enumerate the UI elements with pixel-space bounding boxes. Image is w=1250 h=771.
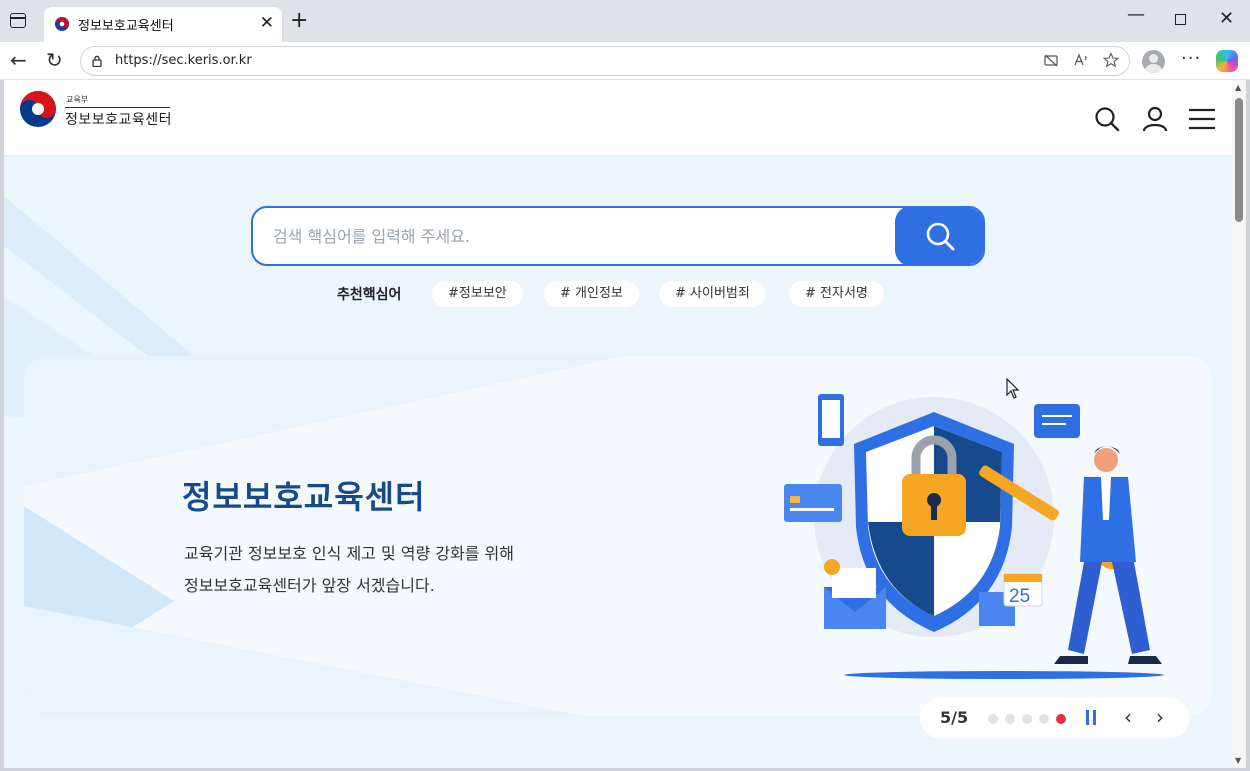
copilot-icon[interactable] — [1216, 50, 1238, 72]
site-header: 교육부 정보보호교육센터 — [4, 80, 1232, 156]
logo-divider — [65, 107, 170, 108]
pause-icon[interactable] — [1086, 710, 1096, 725]
page-scrollbar[interactable]: ▲ ▼ — [1232, 80, 1246, 768]
keyword-chip[interactable]: # 전자서명 — [789, 281, 884, 307]
logo-text[interactable]: 정보보호교육센터 — [65, 109, 172, 129]
slide-dot[interactable] — [1039, 714, 1049, 724]
slide-counter: 5/5 — [940, 708, 969, 727]
url-text[interactable]: https://sec.keris.or.kr — [115, 53, 252, 68]
back-button[interactable]: ← — [10, 48, 27, 72]
tracking-prevention-icon[interactable] — [1043, 52, 1059, 68]
maximize-button[interactable] — [1175, 14, 1186, 25]
keyword-chip[interactable]: #정보보안 — [432, 281, 523, 307]
slide-dot[interactable] — [1022, 714, 1032, 724]
search-icon[interactable] — [1094, 106, 1120, 132]
browser-toolbar: ← ↻ https://sec.keris.or.kr ··· — [0, 42, 1250, 80]
new-tab-button[interactable]: + — [290, 8, 308, 34]
banner-description: 교육기관 정보보호 인식 제고 및 역량 강화를 위해 — [184, 544, 515, 563]
slide-dot[interactable] — [988, 714, 998, 724]
recommended-keywords-label: 추천핵심어 — [337, 287, 402, 303]
menu-icon[interactable] — [1188, 106, 1216, 132]
banner-title: 정보보호교육센터 — [182, 478, 426, 516]
prev-slide-button[interactable]: ‹ — [1124, 705, 1132, 729]
search-box — [251, 206, 985, 266]
lock-icon[interactable] — [92, 55, 102, 67]
scroll-down-icon[interactable]: ▼ — [1235, 756, 1241, 765]
favicon-icon — [55, 17, 69, 31]
keyword-chip[interactable]: # 개인정보 — [544, 281, 639, 307]
next-slide-button[interactable]: › — [1156, 705, 1164, 729]
banner-description: 정보보호교육센터가 앞장 서겠습니다. — [184, 576, 435, 595]
keyword-chip[interactable]: # 사이버범죄 — [659, 281, 766, 307]
profile-avatar[interactable] — [1142, 50, 1165, 73]
security-illustration: 25 — [784, 394, 1164, 679]
browser-tabbar: 정보보호교육센터 ✕ + — ✕ — [0, 0, 1250, 42]
search-button[interactable] — [895, 208, 983, 264]
user-icon[interactable] — [1142, 106, 1168, 132]
scroll-thumb[interactable] — [1235, 98, 1243, 222]
logo-ministry-label[interactable]: 교육부 — [66, 94, 88, 105]
page-viewport: 교육부 정보보호교육센터 추천핵심어 #정보보안 # 개인정보 # 사이버범죄 — [4, 80, 1232, 768]
calendar-day-label: 25 — [1009, 586, 1030, 607]
mouse-cursor-icon — [1006, 378, 1020, 399]
tab-title: 정보보호교육센터 — [78, 19, 174, 34]
search-icon — [926, 222, 955, 251]
tab-actions-icon[interactable] — [10, 13, 26, 28]
scroll-up-icon[interactable]: ▲ — [1235, 83, 1241, 92]
minimize-button[interactable]: — — [1127, 4, 1145, 25]
favorite-star-icon[interactable] — [1103, 52, 1119, 68]
government-emblem-icon[interactable] — [18, 89, 58, 129]
slide-dot[interactable] — [1005, 714, 1015, 724]
more-menu-button[interactable]: ··· — [1181, 48, 1201, 69]
close-window-button[interactable]: ✕ — [1219, 8, 1234, 29]
slider-controls: 5/5 ‹ › — [920, 698, 1190, 738]
tab-close-icon[interactable]: ✕ — [260, 13, 274, 33]
browser-tab[interactable]: 정보보호교육센터 ✕ — [44, 7, 282, 42]
hero-banner: 정보보호교육센터 교육기관 정보보호 인식 제고 및 역량 강화를 위해 정보보… — [24, 356, 1212, 716]
address-bar[interactable]: https://sec.keris.or.kr — [80, 46, 1130, 76]
reload-button[interactable]: ↻ — [46, 48, 63, 72]
read-aloud-icon[interactable] — [1073, 52, 1089, 68]
search-input[interactable] — [273, 208, 873, 264]
slide-dot-active[interactable] — [1056, 714, 1066, 724]
